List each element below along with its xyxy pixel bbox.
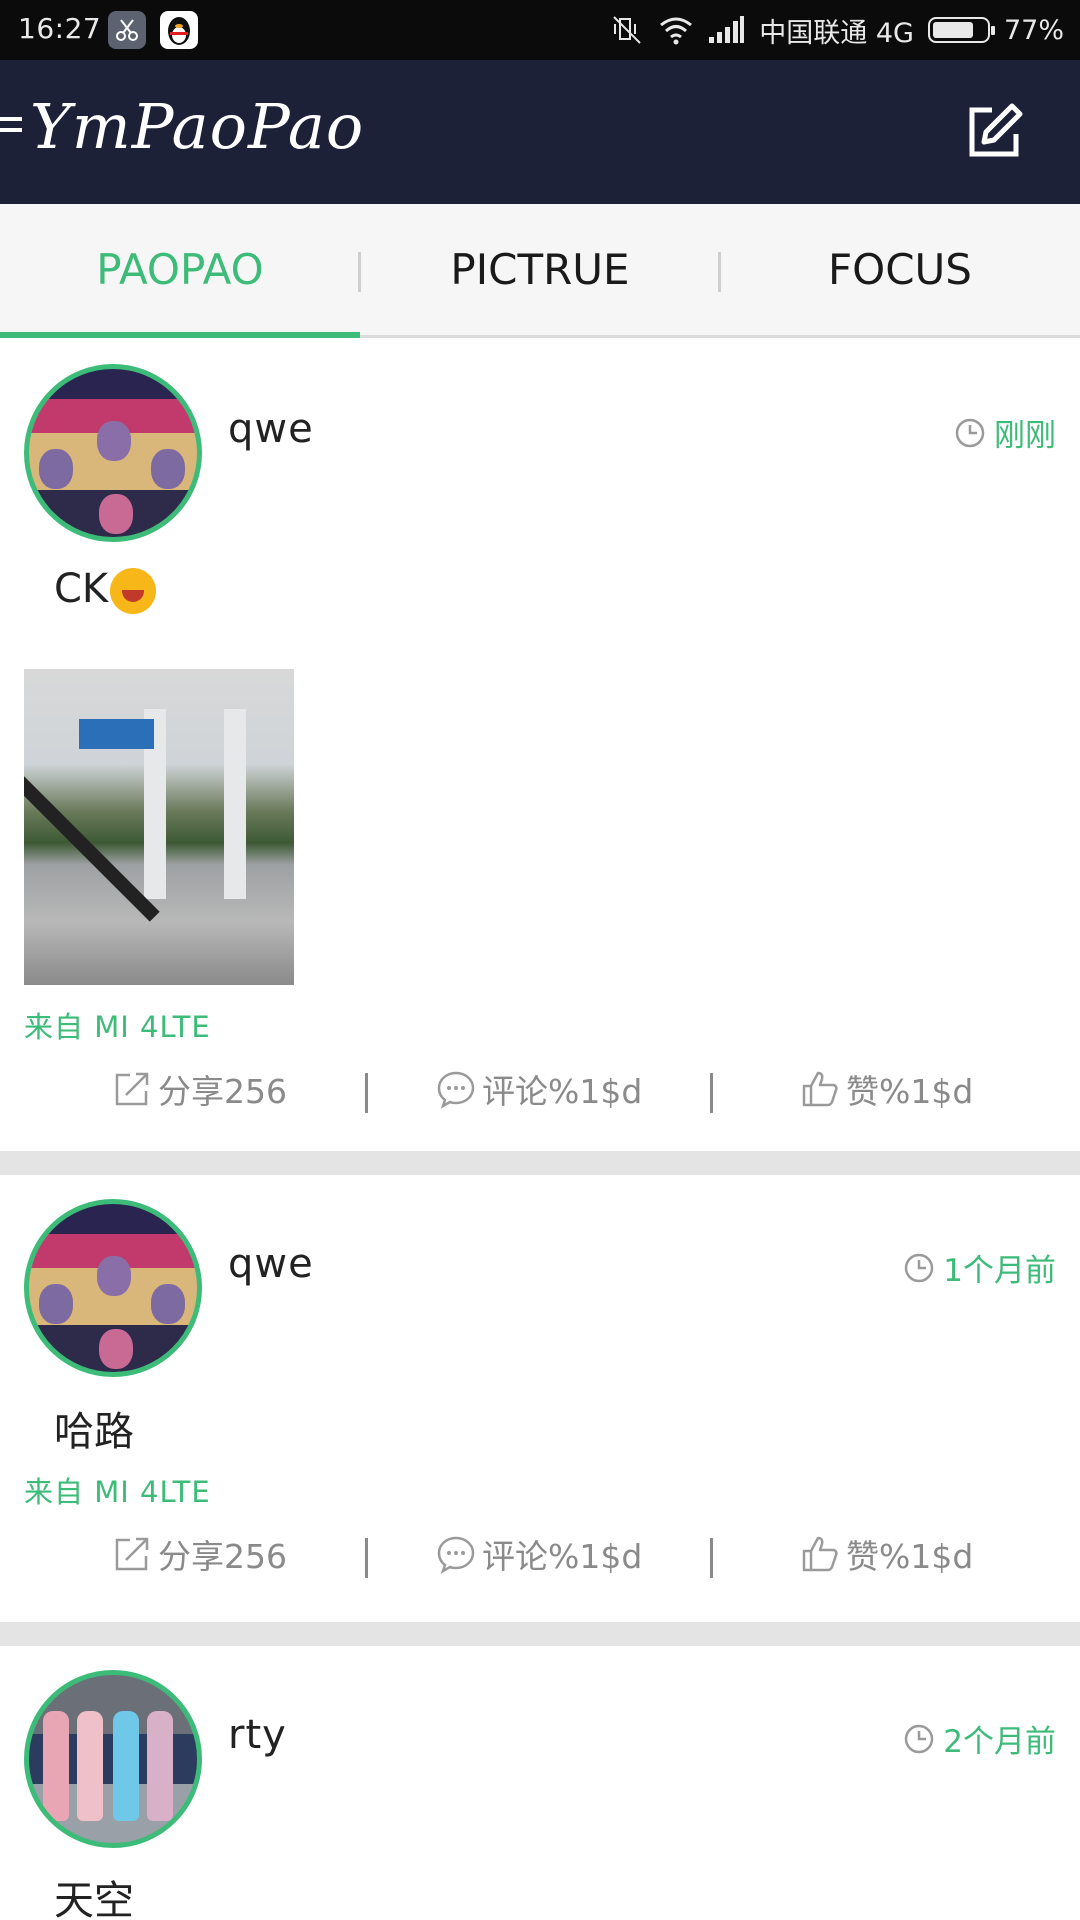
thumbs-up-icon <box>802 1071 838 1107</box>
post-time: 1个月前 <box>903 1245 1056 1290</box>
username[interactable]: rty <box>228 1712 287 1758</box>
share-icon <box>115 1072 149 1106</box>
share-icon <box>115 1537 149 1571</box>
tab-bar: PAOPAO PICTRUE FOCUS <box>0 204 1080 338</box>
post-actions: 分享256 评论%1$d 赞%1$d <box>0 1059 1080 1119</box>
post-text: 天空 <box>54 1878 134 1920</box>
username[interactable]: qwe <box>228 406 314 452</box>
tab-focus[interactable]: FOCUS <box>720 204 1080 335</box>
scissors-app-icon <box>108 11 146 49</box>
avatar[interactable] <box>24 1199 202 1377</box>
tab-divider <box>358 252 361 292</box>
comment-button[interactable]: 评论%1$d <box>436 1524 642 1584</box>
clock-icon <box>955 418 985 447</box>
post-text: 哈路 <box>54 1409 134 1455</box>
post-time: 2个月前 <box>903 1716 1056 1761</box>
signal-icon <box>709 16 745 43</box>
clock-icon <box>905 1724 934 1753</box>
comment-icon <box>437 1071 475 1109</box>
wifi-icon <box>660 17 693 45</box>
edit-icon <box>969 103 1023 157</box>
post-time-label: 刚刚 <box>994 418 1056 454</box>
avatar[interactable] <box>24 1670 202 1848</box>
action-divider <box>365 1538 368 1578</box>
action-divider <box>710 1538 713 1578</box>
post-text: CK <box>54 566 157 614</box>
comment-icon <box>437 1536 475 1574</box>
status-bar: 16:27 中国联通 4G 77% <box>0 0 1080 60</box>
laughing-emoji-icon <box>110 568 157 614</box>
post-item: qwe 刚刚 CK 来自 MI 4LTE 分享256 评论%1$d 赞%1$d <box>0 338 1080 1151</box>
share-button[interactable]: 分享256 <box>112 1059 287 1119</box>
like-count: 赞%1$d <box>846 1072 974 1111</box>
post-separator <box>0 1151 1080 1175</box>
menu-icon[interactable] <box>0 117 22 143</box>
comment-count: 评论%1$d <box>482 1537 643 1576</box>
app-toolbar: YmPaoPao <box>0 60 1080 204</box>
post-separator <box>0 1622 1080 1646</box>
thumbs-up-icon <box>802 1536 838 1572</box>
post-time-label: 2个月前 <box>943 1724 1056 1760</box>
post-source: 来自 MI 4LTE <box>24 1475 211 1509</box>
share-count: 分享256 <box>158 1072 287 1111</box>
comment-button[interactable]: 评论%1$d <box>436 1059 642 1119</box>
action-divider <box>710 1073 713 1113</box>
app-title: YmPaoPao <box>30 90 365 163</box>
post-source: 来自 MI 4LTE <box>24 1010 211 1044</box>
carrier-label: 中国联通 4G <box>759 17 914 49</box>
status-right-group: 中国联通 4G 77% <box>611 10 1064 50</box>
battery-icon <box>927 17 995 43</box>
share-count: 分享256 <box>158 1537 287 1576</box>
username[interactable]: qwe <box>228 1241 314 1287</box>
post-item: qwe 1个月前 哈路 来自 MI 4LTE 分享256 评论%1$d 赞%1$… <box>0 1175 1080 1622</box>
tab-pictrue[interactable]: PICTRUE <box>360 204 720 335</box>
tab-divider <box>718 252 721 292</box>
edit-button[interactable] <box>962 100 1026 164</box>
vibrate-off-icon <box>613 16 642 44</box>
post-feed[interactable]: qwe 刚刚 CK 来自 MI 4LTE 分享256 评论%1$d 赞%1$d … <box>0 338 1080 1920</box>
battery-percent: 77% <box>1003 14 1064 46</box>
avatar[interactable] <box>24 364 202 542</box>
qq-penguin-icon <box>160 11 198 49</box>
like-button[interactable]: 赞%1$d <box>800 1524 973 1584</box>
post-time-label: 1个月前 <box>943 1253 1056 1289</box>
tab-paopao[interactable]: PAOPAO <box>0 204 360 338</box>
action-divider <box>365 1073 368 1113</box>
status-time: 16:27 <box>18 12 102 45</box>
like-count: 赞%1$d <box>846 1537 974 1576</box>
share-button[interactable]: 分享256 <box>112 1524 287 1584</box>
post-text-content: CK <box>54 566 109 612</box>
like-button[interactable]: 赞%1$d <box>800 1059 973 1119</box>
post-actions: 分享256 评论%1$d 赞%1$d <box>0 1524 1080 1584</box>
comment-count: 评论%1$d <box>482 1072 643 1111</box>
clock-icon <box>905 1253 934 1282</box>
post-photo[interactable] <box>24 669 294 985</box>
post-item: rty 2个月前 天空 <box>0 1646 1080 1920</box>
post-time: 刚刚 <box>954 410 1056 455</box>
